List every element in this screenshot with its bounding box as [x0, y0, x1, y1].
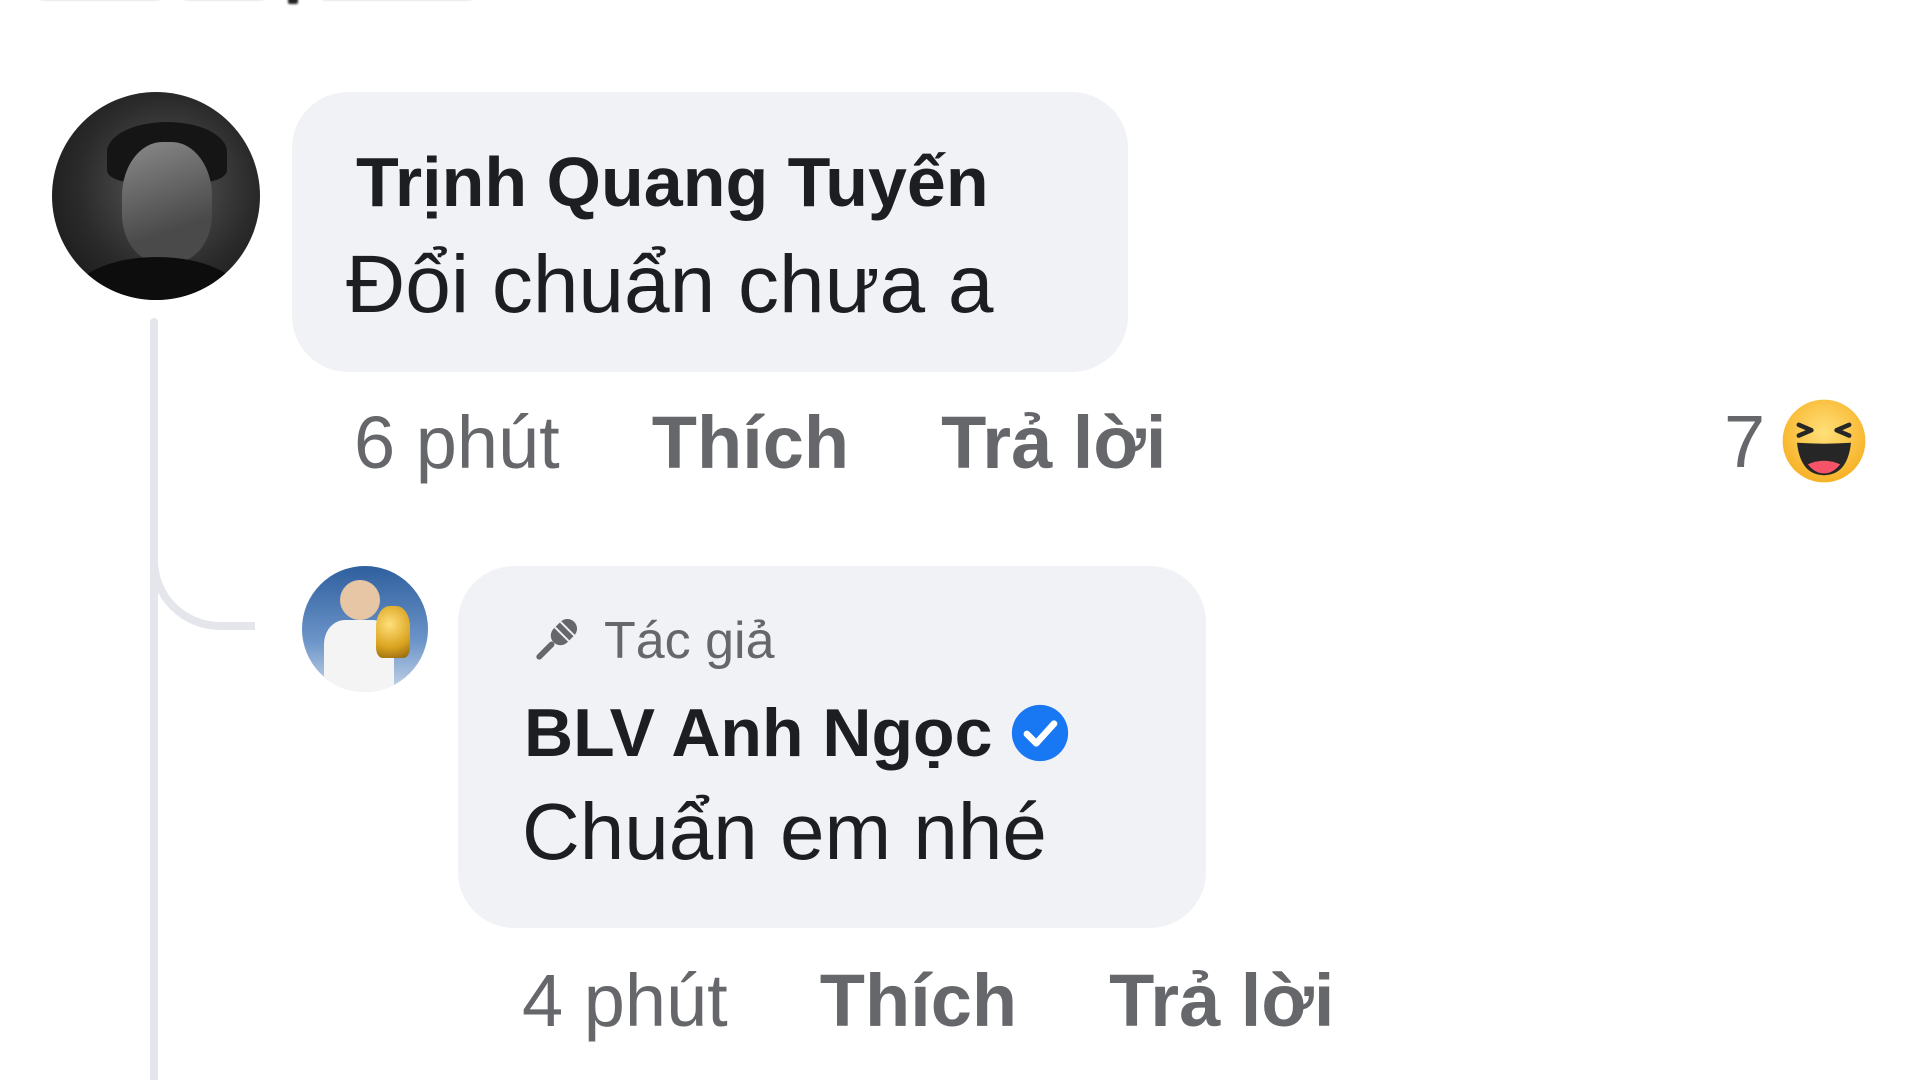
comment-text: Đổi chuẩn chưa a [346, 239, 994, 330]
reaction-count: 7 [1724, 399, 1766, 483]
comment-author-name[interactable]: Trịnh Quang Tuyến [356, 142, 989, 222]
reply-reply-button[interactable]: Trả lời [1109, 958, 1334, 1043]
author-badge: Tác giả [524, 610, 775, 672]
reply-bubble: Tác giả BLV Anh Ngọc Chuẩn em nhé [458, 566, 1206, 928]
previous-content-cutoff [40, 0, 472, 10]
reply-text: Chuẩn em nhé [522, 787, 1047, 876]
thread-connector-curve [150, 540, 255, 630]
comment-timestamp[interactable]: 6 phút [354, 400, 560, 485]
comment-actions: 6 phút Thích Trả lời [354, 400, 1166, 485]
author-avatar[interactable] [302, 566, 428, 692]
reply-like-button[interactable]: Thích [820, 958, 1017, 1043]
reply-actions: 4 phút Thích Trả lời [522, 958, 1334, 1043]
verified-badge-icon [1012, 704, 1069, 762]
comment-thread: Trịnh Quang Tuyến Đổi chuẩn chưa a 6 phú… [0, 0, 1920, 1080]
reply-timestamp[interactable]: 4 phút [522, 958, 728, 1043]
comment-bubble: Trịnh Quang Tuyến Đổi chuẩn chưa a [292, 92, 1128, 372]
microphone-icon [536, 618, 578, 660]
reply-author-name[interactable]: BLV Anh Ngọc [524, 694, 992, 772]
reaction-summary[interactable]: 7 [1724, 396, 1869, 486]
commenter-avatar[interactable] [52, 92, 260, 300]
reply-author-row: BLV Anh Ngọc [524, 694, 1070, 772]
reply-button[interactable]: Trả lời [941, 400, 1166, 485]
like-button[interactable]: Thích [652, 400, 849, 485]
haha-icon [1782, 399, 1866, 483]
author-badge-label: Tác giả [604, 612, 775, 670]
thread-connector-line [150, 318, 158, 1080]
